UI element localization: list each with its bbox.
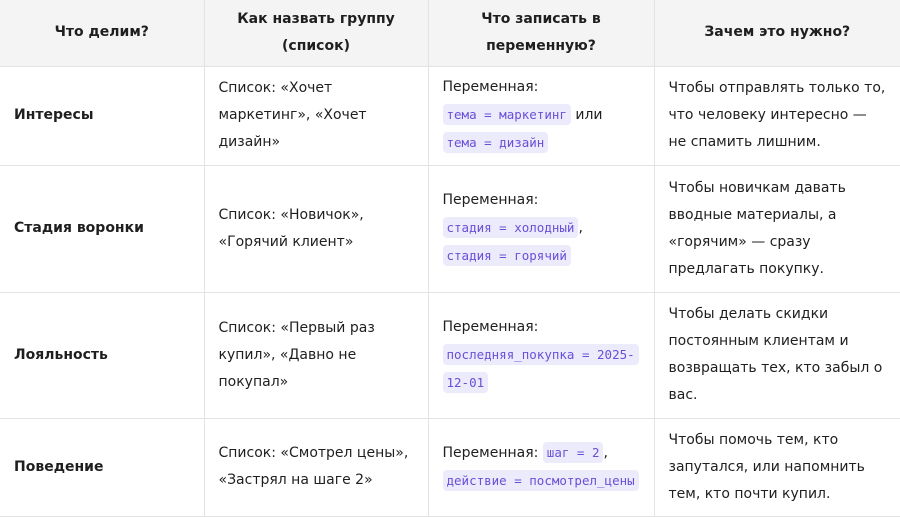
category-cell: Интересы: [0, 66, 205, 166]
code-snippet: стадия = холодный: [442, 217, 579, 238]
variable-cell: Переменная: последняя_покупка = 2025-12-0…: [428, 292, 655, 419]
variable-label: Переменная:: [442, 445, 539, 461]
code-snippet: тема = дизайн: [442, 132, 549, 153]
code-separator: ,: [603, 445, 608, 461]
table-row: Лояльность Список: «Первый раз купил», «…: [0, 292, 900, 419]
header-what: Что делим?: [0, 0, 205, 67]
category-cell: Лояльность: [0, 292, 205, 419]
code-snippet: последняя_покупка = 2025-12-01: [442, 343, 639, 393]
table-header-row: Что делим? Как назвать группу (список) Ч…: [0, 0, 900, 67]
code-separator: или: [570, 107, 603, 123]
code-separator: ,: [578, 220, 583, 236]
list-cell: Список: «Новичок», «Горячий клиент»: [204, 165, 429, 293]
why-cell: Чтобы помочь тем, кто запутался, или нап…: [654, 418, 900, 517]
category-cell: Поведение: [0, 418, 205, 517]
variable-label: Переменная:: [442, 192, 539, 208]
variable-label: Переменная:: [442, 79, 539, 95]
variable-cell: Переменная: шаг = 2, действие = посмотрел…: [428, 418, 655, 517]
variable-cell: Переменная: стадия = холодный, стадия = го…: [428, 165, 655, 293]
segmentation-table: Что делим? Как назвать группу (список) Ч…: [0, 0, 900, 517]
table-row: Интересы Список: «Хочет маркетинг», «Хоч…: [0, 66, 900, 166]
list-cell: Список: «Хочет маркетинг», «Хочет дизайн…: [204, 66, 429, 166]
variable-cell: Переменная: тема = маркетинг или тема = д…: [428, 66, 655, 166]
code-snippet: стадия = горячий: [442, 245, 571, 266]
code-snippet: шаг = 2: [542, 442, 604, 463]
list-cell: Список: «Первый раз купил», «Давно не по…: [204, 292, 429, 419]
table-row: Стадия воронки Список: «Новичок», «Горяч…: [0, 165, 900, 293]
why-cell: Чтобы новичкам давать вводные материалы,…: [654, 165, 900, 293]
why-cell: Чтобы делать скидки постоянным клиентам …: [654, 292, 900, 419]
variable-label: Переменная:: [442, 318, 539, 335]
why-cell: Чтобы отправлять только то, что человеку…: [654, 66, 900, 166]
header-variable: Что записать в переменную?: [428, 0, 655, 67]
list-cell: Список: «Смотрел цены», «Застрял на шаге…: [204, 418, 429, 517]
table-row: Поведение Список: «Смотрел цены», «Застр…: [0, 418, 900, 517]
category-cell: Стадия воронки: [0, 165, 205, 293]
header-name: Как назвать группу (список): [204, 0, 429, 67]
code-snippet: действие = посмотрел_цены: [442, 470, 639, 491]
header-why: Зачем это нужно?: [654, 0, 900, 67]
code-snippet: тема = маркетинг: [442, 104, 571, 125]
